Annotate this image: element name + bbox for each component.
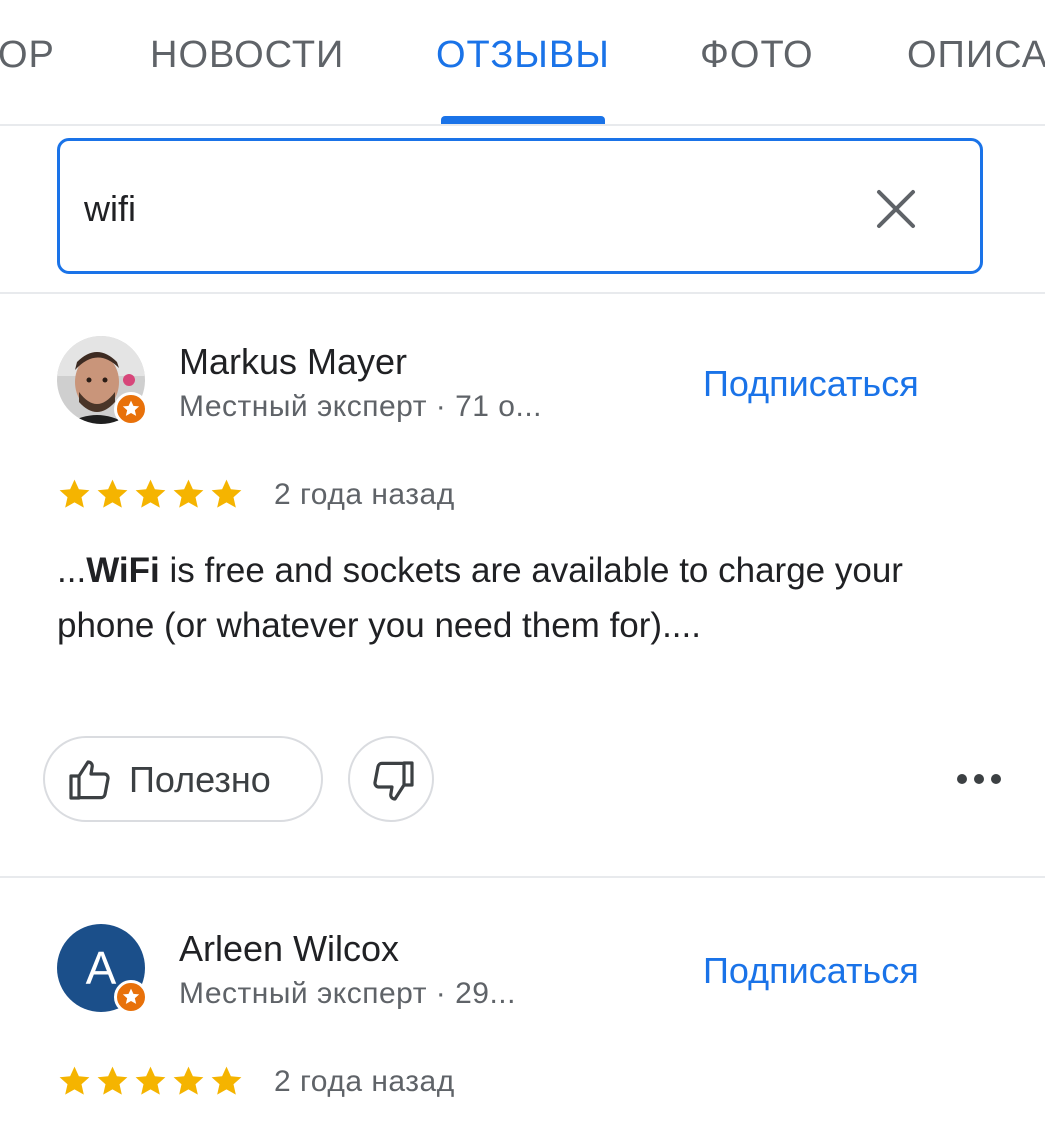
- follow-button[interactable]: Подписаться: [703, 363, 919, 405]
- reviewer-meta: Местный эксперт · 71 о...: [179, 390, 542, 423]
- reviewer-name[interactable]: Markus Mayer: [179, 341, 407, 383]
- star-icon: [135, 1066, 166, 1095]
- local-guide-badge-icon: [114, 980, 148, 1014]
- star-icon: [135, 479, 166, 508]
- review-text-body: is free and sockets are available to cha…: [57, 551, 903, 645]
- review-search-bar: [0, 126, 1045, 294]
- search-field-container: [57, 138, 983, 274]
- tab-reviews[interactable]: ОТЗЫВЫ: [436, 34, 610, 77]
- star-rating: [57, 1064, 244, 1099]
- clear-search-icon[interactable]: [872, 185, 920, 233]
- avatar-letter: A: [85, 942, 117, 994]
- star-icon: [97, 1066, 128, 1095]
- avatar[interactable]: [57, 336, 148, 426]
- tab-overview[interactable]: ОР: [0, 34, 55, 77]
- tab-bar: ОР НОВОСТИ ОТЗЫВЫ ФОТО ОПИСА: [0, 0, 1045, 126]
- star-icon: [173, 1066, 204, 1095]
- active-tab-indicator: [441, 116, 605, 124]
- star-rating: [57, 477, 244, 512]
- reviewer-meta: Местный эксперт · 29...: [179, 977, 516, 1010]
- avatar[interactable]: A: [57, 924, 148, 1014]
- local-guide-badge-icon: [114, 392, 148, 426]
- star-icon: [173, 479, 204, 508]
- review-text-prefix: ...: [57, 551, 87, 590]
- thumbs-up-icon: [69, 760, 110, 800]
- tab-photos[interactable]: ФОТО: [700, 34, 814, 77]
- star-icon: [59, 1066, 90, 1095]
- star-icon: [211, 1066, 242, 1095]
- thumbs-down-icon: [373, 761, 414, 801]
- helpful-label: Полезно: [129, 759, 271, 800]
- review-date: 2 года назад: [274, 478, 455, 511]
- reviewer-name[interactable]: Arleen Wilcox: [179, 928, 399, 970]
- tab-news[interactable]: НОВОСТИ: [150, 34, 344, 77]
- review-text: ...WiFi is free and sockets are availabl…: [57, 543, 957, 653]
- tab-description[interactable]: ОПИСА: [907, 34, 1045, 77]
- review-divider: [0, 876, 1045, 878]
- helpful-button[interactable]: Полезно: [43, 736, 323, 822]
- follow-button[interactable]: Подписаться: [703, 950, 919, 992]
- star-icon: [59, 479, 90, 508]
- star-icon: [97, 479, 128, 508]
- not-helpful-button[interactable]: [348, 736, 434, 822]
- star-icon: [211, 479, 242, 508]
- review-date: 2 года назад: [274, 1065, 455, 1098]
- more-options-icon[interactable]: [955, 767, 1003, 791]
- review-search-input[interactable]: [84, 185, 844, 233]
- search-match-highlight: WiFi: [86, 551, 160, 590]
